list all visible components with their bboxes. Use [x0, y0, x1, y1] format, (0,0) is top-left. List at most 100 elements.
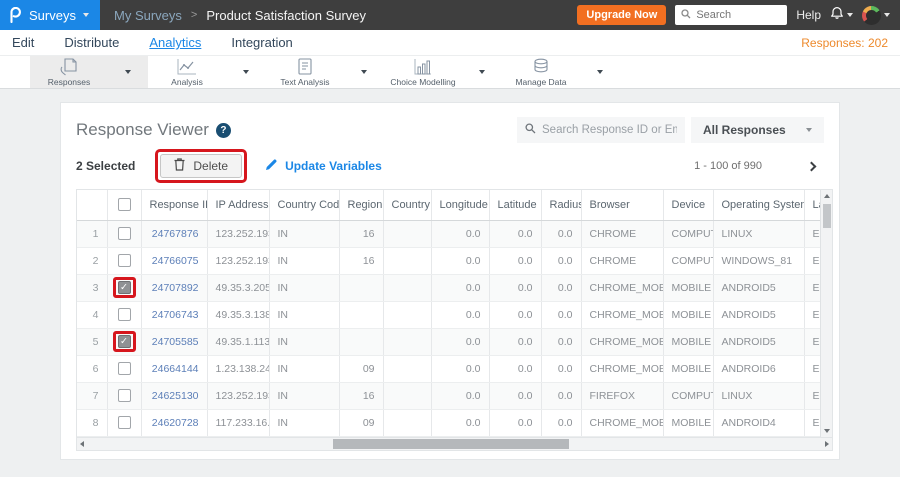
- select-all-checkbox[interactable]: [117, 198, 131, 212]
- response-id-link[interactable]: 24620728: [141, 409, 208, 437]
- next-page-chevron-icon[interactable]: [806, 161, 817, 171]
- delete-button[interactable]: Delete: [160, 154, 243, 178]
- scroll-up-arrow-icon[interactable]: [821, 190, 832, 202]
- tab-distribute[interactable]: Distribute: [64, 35, 119, 50]
- cell-region: [339, 328, 384, 356]
- update-variables-button[interactable]: Update Variables: [265, 158, 382, 174]
- text-analysis-dropdown-caret[interactable]: [344, 56, 384, 88]
- notifications-menu[interactable]: [830, 6, 853, 25]
- column-header-radius[interactable]: Radius: [541, 190, 582, 221]
- column-header-longitude[interactable]: Longitude: [431, 190, 490, 221]
- trash-icon: [174, 158, 185, 174]
- cell-language: English: [804, 274, 820, 302]
- ribbon-item-choice-modelling[interactable]: Choice Modelling: [384, 56, 462, 88]
- table-row: 124767876123.252.193.148IN160.00.00.0CHR…: [77, 220, 820, 248]
- column-header-country-code[interactable]: Country Code: [269, 190, 340, 221]
- response-id-link[interactable]: 24705585: [141, 328, 208, 356]
- upgrade-now-button[interactable]: Upgrade Now: [577, 5, 667, 25]
- row-checkbox[interactable]: ✓: [117, 335, 131, 348]
- response-search-input[interactable]: [542, 124, 677, 136]
- column-header-browser[interactable]: Browser: [581, 190, 664, 221]
- cell-region: [339, 274, 384, 302]
- tab-integration[interactable]: Integration: [231, 35, 292, 50]
- row-checkbox[interactable]: ✓: [117, 281, 131, 294]
- row-number: 5: [77, 328, 108, 356]
- all-responses-value: All Responses: [703, 123, 786, 137]
- ribbon-label-text-analysis: Text Analysis: [280, 76, 330, 87]
- global-search-box[interactable]: [675, 5, 788, 25]
- row-checkbox-cell: ✓: [107, 274, 142, 302]
- cell-country_code: IN: [269, 247, 340, 275]
- cell-latitude: 0.0: [489, 409, 542, 437]
- cell-country: [383, 247, 432, 275]
- response-id-link[interactable]: 24707892: [141, 274, 208, 302]
- scroll-left-arrow-icon[interactable]: [80, 438, 84, 450]
- breadcrumb-separator: >: [190, 9, 198, 21]
- scroll-right-arrow-icon[interactable]: [825, 438, 829, 450]
- responses-count-label: Responses: 202: [801, 35, 888, 50]
- analysis-dropdown-caret[interactable]: [226, 56, 266, 88]
- response-id-link[interactable]: 24767876: [141, 220, 208, 248]
- ribbon-responses-wrap: Responses: [30, 56, 148, 88]
- vertical-scrollbar[interactable]: [820, 190, 832, 437]
- text-analysis-icon: [296, 57, 314, 76]
- horizontal-scrollbar-thumb[interactable]: [333, 438, 569, 449]
- column-header-country[interactable]: Country: [383, 190, 432, 221]
- column-header-language[interactable]: Language: [804, 190, 820, 221]
- tab-edit[interactable]: Edit: [12, 35, 34, 50]
- row-number: 6: [77, 355, 108, 383]
- account-menu[interactable]: [862, 5, 890, 25]
- cell-device: MOBILE: [663, 274, 714, 302]
- row-checkbox-cell: ✓: [107, 328, 142, 356]
- breadcrumb-my-surveys[interactable]: My Surveys: [114, 8, 182, 23]
- horizontal-scrollbar[interactable]: [76, 437, 833, 451]
- cell-latitude: 0.0: [489, 301, 542, 329]
- row-checkbox[interactable]: [117, 308, 131, 321]
- search-icon: [525, 121, 536, 139]
- cell-country: [383, 409, 432, 437]
- ribbon-label-choice-modelling: Choice Modelling: [390, 76, 456, 87]
- cell-region: 16: [339, 247, 384, 275]
- help-badge-icon[interactable]: ?: [215, 122, 231, 138]
- column-header-response-id[interactable]: Response ID: [141, 190, 208, 221]
- column-header-ip-address[interactable]: IP Address: [207, 190, 270, 221]
- annotation-highlight-delete: Delete: [155, 149, 248, 183]
- cell-longitude: 0.0: [431, 328, 490, 356]
- row-checkbox[interactable]: [117, 227, 131, 240]
- cell-longitude: 0.0: [431, 355, 490, 383]
- help-link[interactable]: Help: [796, 8, 821, 22]
- column-header-latitude[interactable]: Latitude: [489, 190, 542, 221]
- cell-ip: 123.252.193.148: [207, 382, 270, 410]
- response-id-link[interactable]: 24664144: [141, 355, 208, 383]
- global-search-input[interactable]: [696, 9, 782, 21]
- row-checkbox[interactable]: [117, 389, 131, 402]
- responses-table-wrap: Response ID IP Address Country Code Region C…: [77, 190, 820, 437]
- cell-country_code: IN: [269, 409, 340, 437]
- manage-data-dropdown-caret[interactable]: [580, 56, 620, 88]
- cell-os: ANDROID5: [713, 274, 805, 302]
- row-checkbox[interactable]: [117, 416, 131, 429]
- vertical-scrollbar-thumb[interactable]: [822, 204, 831, 228]
- all-responses-dropdown[interactable]: All Responses: [691, 117, 824, 143]
- response-id-link[interactable]: 24766075: [141, 247, 208, 275]
- row-checkbox[interactable]: [117, 362, 131, 375]
- choice-modelling-dropdown-caret[interactable]: [462, 56, 502, 88]
- responses-dropdown-caret[interactable]: [108, 56, 148, 88]
- column-header-device[interactable]: Device: [663, 190, 714, 221]
- ribbon-item-analysis[interactable]: Analysis: [148, 56, 226, 88]
- scroll-down-arrow-icon[interactable]: [821, 425, 832, 437]
- surveys-product-menu[interactable]: Surveys: [0, 0, 100, 30]
- ribbon-item-manage-data[interactable]: Manage Data: [502, 56, 580, 88]
- column-header-region[interactable]: Region: [339, 190, 384, 221]
- column-header-operating-system[interactable]: Operating System: [713, 190, 805, 221]
- ribbon-item-responses[interactable]: Responses: [30, 56, 108, 88]
- cell-country_code: IN: [269, 328, 340, 356]
- update-variables-label: Update Variables: [285, 159, 382, 173]
- response-id-link[interactable]: 24706743: [141, 301, 208, 329]
- response-id-link[interactable]: 24625130: [141, 382, 208, 410]
- ribbon-item-text-analysis[interactable]: Text Analysis: [266, 56, 344, 88]
- response-search-box[interactable]: [517, 117, 685, 143]
- row-checkbox[interactable]: [117, 254, 131, 267]
- tab-analytics[interactable]: Analytics: [149, 35, 201, 50]
- cell-radius: 0.0: [541, 247, 582, 275]
